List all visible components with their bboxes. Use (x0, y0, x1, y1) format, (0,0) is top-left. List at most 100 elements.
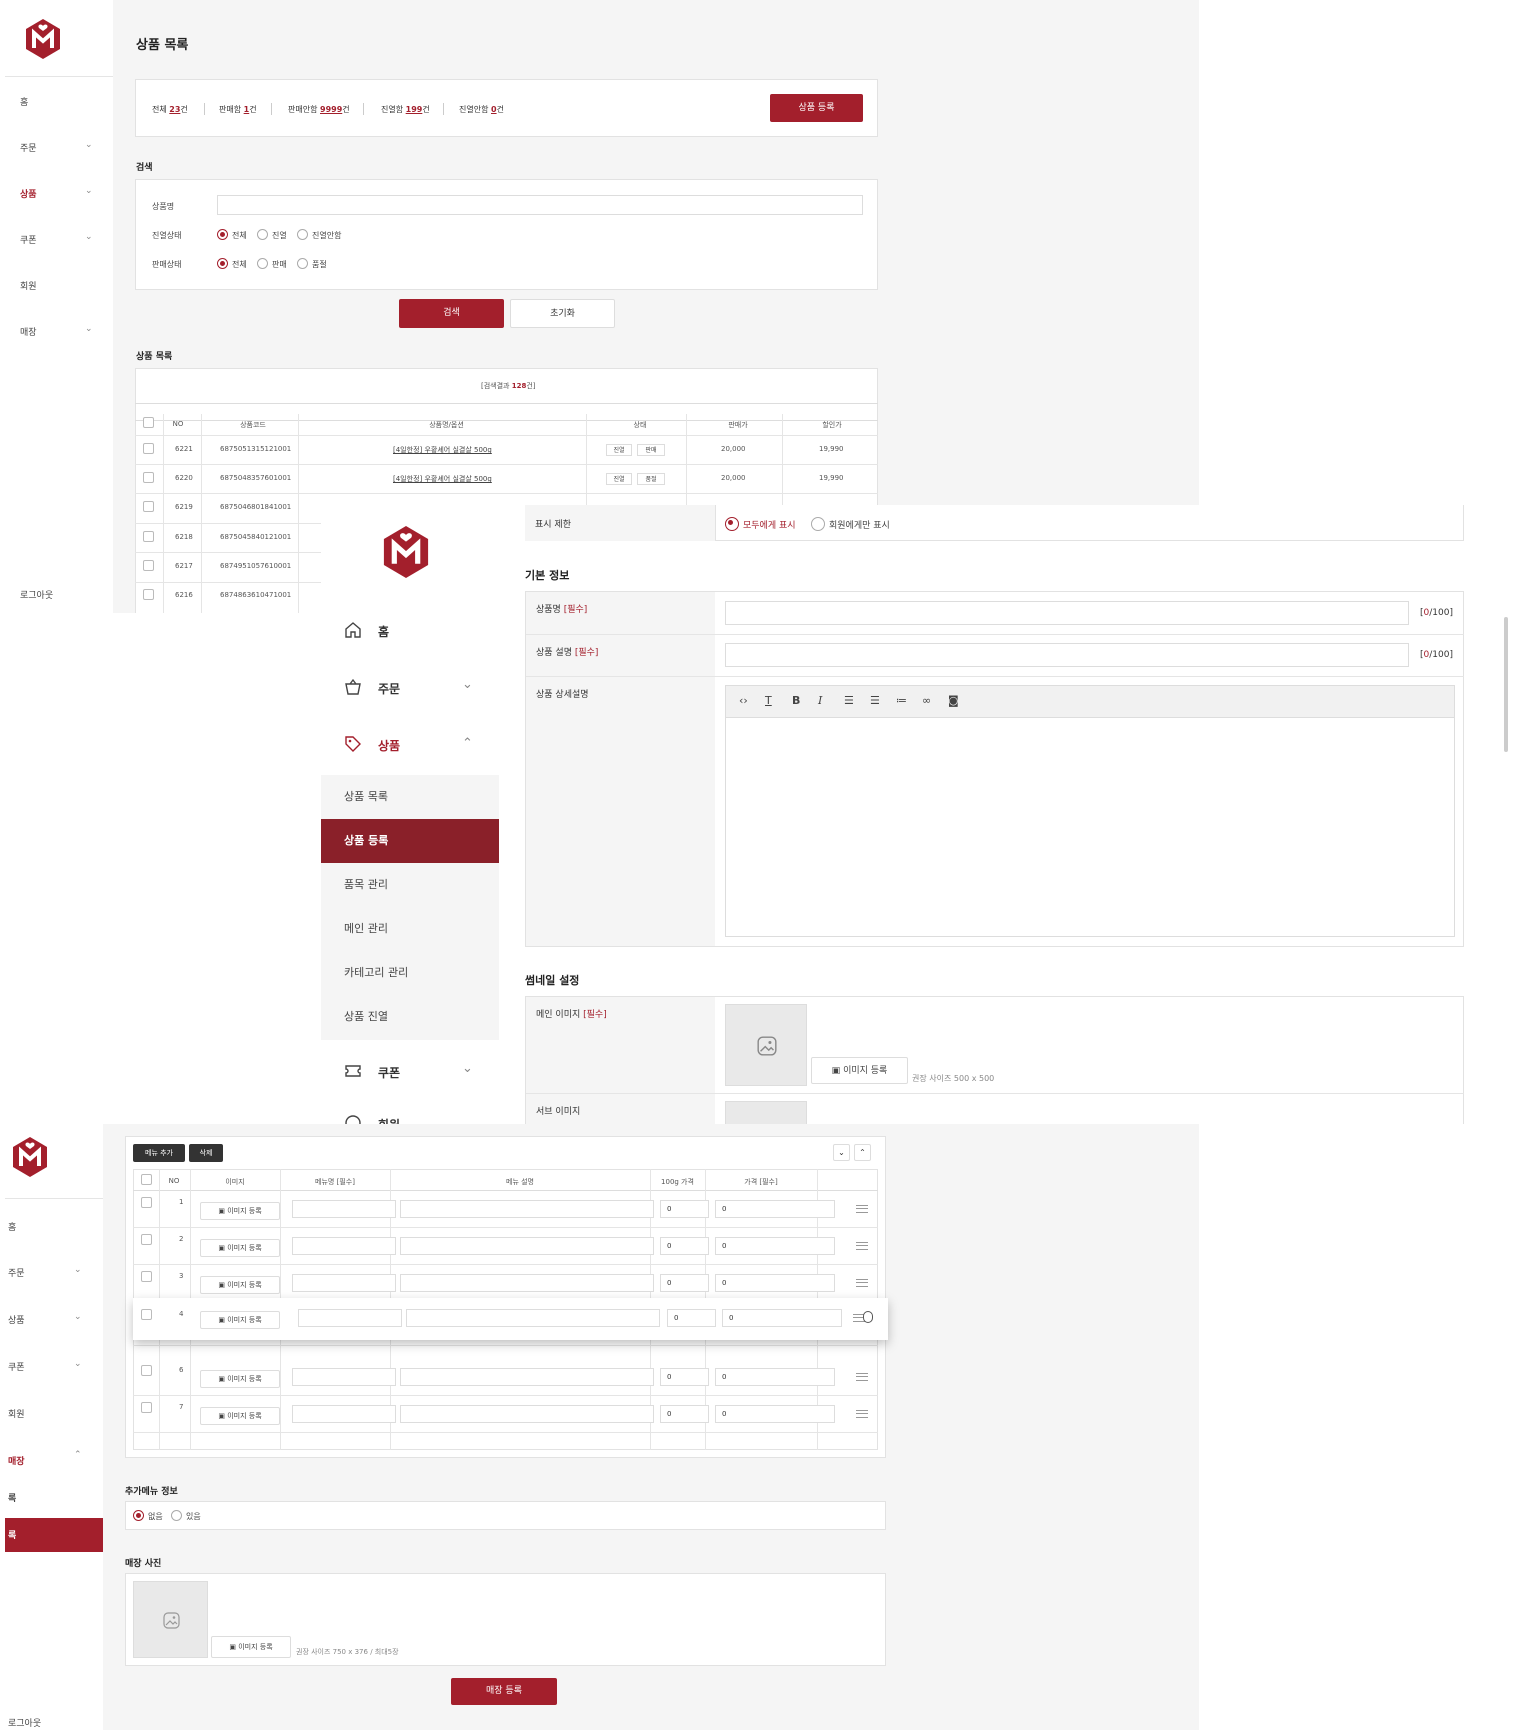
nav-coupon[interactable]: 쿠폰 (378, 1064, 400, 1081)
nav-order[interactable]: 주문 (20, 141, 37, 154)
price-100g-input[interactable]: 0 (660, 1200, 709, 1218)
select-all-checkbox[interactable] (141, 1174, 152, 1185)
row-checkbox[interactable] (141, 1365, 152, 1376)
drag-handle-icon[interactable] (856, 1410, 868, 1418)
sub-product-register[interactable]: 상품 등록 (321, 819, 499, 863)
chevron-up-icon[interactable]: ⌃ (74, 1450, 82, 1460)
display-all-radio[interactable] (217, 229, 228, 240)
scrollbar-thumb[interactable] (1504, 617, 1508, 752)
clear-format-icon[interactable]: T (765, 694, 772, 707)
product-desc-input[interactable] (725, 643, 1409, 667)
price-100g-input[interactable]: 0 (660, 1405, 709, 1423)
row-checkbox[interactable] (141, 1234, 152, 1245)
row-checkbox[interactable] (141, 1309, 152, 1320)
italic-icon[interactable]: I (818, 694, 822, 707)
chevron-up-icon[interactable]: ⌃ (462, 736, 473, 751)
nav-coupon[interactable]: 쿠폰 (8, 1360, 25, 1373)
link-icon[interactable]: ∞ (922, 694, 931, 707)
chevron-down-icon[interactable]: ⌄ (74, 1359, 82, 1369)
drag-handle-icon[interactable] (856, 1205, 868, 1213)
extra-none-radio[interactable] (133, 1510, 144, 1521)
store-register-button[interactable]: 매장 등록 (451, 1678, 557, 1705)
row-checkbox[interactable] (141, 1402, 152, 1413)
price-input[interactable]: 0 (715, 1274, 835, 1292)
nav-member[interactable]: 회원 (8, 1407, 25, 1420)
menu-desc-input[interactable] (400, 1405, 654, 1423)
nav-product[interactable]: 상품 (378, 737, 400, 754)
nav-member[interactable]: 회원 (20, 279, 37, 292)
price-100g-input[interactable]: 0 (667, 1309, 716, 1327)
menu-desc-input[interactable] (400, 1200, 654, 1218)
menu-row[interactable]: 1 ▣ 이미지 등록 0 0 (133, 1191, 878, 1228)
row-image-button[interactable]: ▣ 이미지 등록 (200, 1276, 280, 1294)
stat-not-sale[interactable]: 판매안함 9999건 (288, 104, 350, 115)
menu-name-input[interactable] (298, 1309, 402, 1327)
sub-item-manage[interactable]: 품목 관리 (321, 863, 499, 907)
nav-product[interactable]: 상품 (8, 1313, 25, 1326)
store-photo-placeholder[interactable] (133, 1581, 208, 1658)
row-checkbox[interactable] (143, 531, 154, 542)
price-100g-input[interactable]: 0 (660, 1237, 709, 1255)
search-button[interactable]: 검색 (399, 299, 504, 328)
reset-button[interactable]: 초기화 (510, 299, 615, 328)
menu-name-input[interactable] (292, 1200, 396, 1218)
row-product-link[interactable]: [4일한정] 우황셰어 실결살 500g (393, 445, 492, 455)
display-member-radio[interactable] (811, 517, 825, 531)
brand-logo-icon[interactable] (380, 523, 432, 581)
chevron-down-icon[interactable]: ⌄ (74, 1265, 82, 1275)
stat-total[interactable]: 전체 23건 (152, 104, 188, 115)
main-image-placeholder[interactable] (725, 1004, 807, 1086)
row-image-button[interactable]: ▣ 이미지 등록 (200, 1311, 280, 1329)
nav-order[interactable]: 주문 (378, 680, 400, 697)
brand-logo-icon[interactable] (23, 17, 63, 61)
chevron-down-icon[interactable]: ⌄ (85, 232, 93, 242)
price-100g-input[interactable]: 0 (660, 1368, 709, 1386)
menu-row[interactable]: 6 ▣ 이미지 등록 0 0 (133, 1359, 878, 1396)
list-icon[interactable]: ≔ (896, 694, 907, 707)
nav-home[interactable]: 홈 (8, 1220, 16, 1233)
menu-name-input[interactable] (292, 1237, 396, 1255)
row-product-link[interactable]: [4일한정] 우황셰어 실결살 500g (393, 474, 492, 484)
sale-all-radio[interactable] (217, 258, 228, 269)
sub-main-manage[interactable]: 메인 관리 (321, 907, 499, 951)
price-input[interactable]: 0 (715, 1200, 835, 1218)
chevron-down-icon[interactable]: ⌄ (74, 1312, 82, 1322)
extra-exists-radio[interactable] (171, 1510, 182, 1521)
stat-displayed[interactable]: 진열함 199건 (381, 104, 430, 115)
sub-category-manage[interactable]: 카테고리 관리 (321, 951, 499, 995)
collapse-down-button[interactable]: ⌄ (833, 1144, 850, 1161)
nav-coupon[interactable]: 쿠폰 (20, 233, 37, 246)
sub-image-placeholder[interactable] (725, 1101, 807, 1124)
drag-handle-icon[interactable] (856, 1242, 868, 1250)
menu-name-input[interactable] (292, 1274, 396, 1292)
align-left-icon[interactable]: ☰ (844, 694, 854, 707)
nav-sub-store-list[interactable]: 록 (8, 1491, 16, 1504)
menu-desc-input[interactable] (400, 1368, 654, 1386)
delete-menu-button[interactable]: 삭제 (189, 1144, 223, 1162)
image-insert-icon[interactable]: ◙ (948, 694, 959, 707)
row-checkbox[interactable] (143, 560, 154, 571)
product-name-input[interactable] (725, 601, 1409, 625)
nav-home[interactable]: 홈 (378, 623, 389, 640)
nav-member[interactable]: 회원 (378, 1116, 400, 1124)
menu-desc-input[interactable] (400, 1237, 654, 1255)
logout-link[interactable]: 로그아웃 (20, 588, 53, 601)
sale-soldout-radio[interactable] (297, 258, 308, 269)
stat-hidden[interactable]: 진열안함 0건 (459, 104, 504, 115)
nav-store[interactable]: 매장 (20, 325, 37, 338)
menu-name-input[interactable] (292, 1405, 396, 1423)
main-image-upload-button[interactable]: ▣ 이미지 등록 (811, 1057, 908, 1084)
chevron-down-icon[interactable]: ⌄ (85, 140, 93, 150)
price-input[interactable]: 0 (715, 1405, 835, 1423)
register-product-button[interactable]: 상품 등록 (770, 94, 863, 122)
add-menu-button[interactable]: 메뉴 추가 (133, 1144, 185, 1162)
row-image-button[interactable]: ▣ 이미지 등록 (200, 1239, 280, 1257)
price-100g-input[interactable]: 0 (660, 1274, 709, 1292)
row-checkbox[interactable] (143, 589, 154, 600)
sub-product-display[interactable]: 상품 진열 (321, 995, 499, 1039)
rich-text-editor[interactable]: ‹› T B I ☰ ☰ ≔ ∞ ◙ (725, 685, 1455, 937)
menu-row[interactable]: 2 ▣ 이미지 등록 0 0 (133, 1228, 878, 1265)
chevron-down-icon[interactable]: ⌄ (462, 1061, 473, 1076)
select-all-checkbox[interactable] (143, 417, 154, 428)
display-hidden-radio[interactable] (297, 229, 308, 240)
